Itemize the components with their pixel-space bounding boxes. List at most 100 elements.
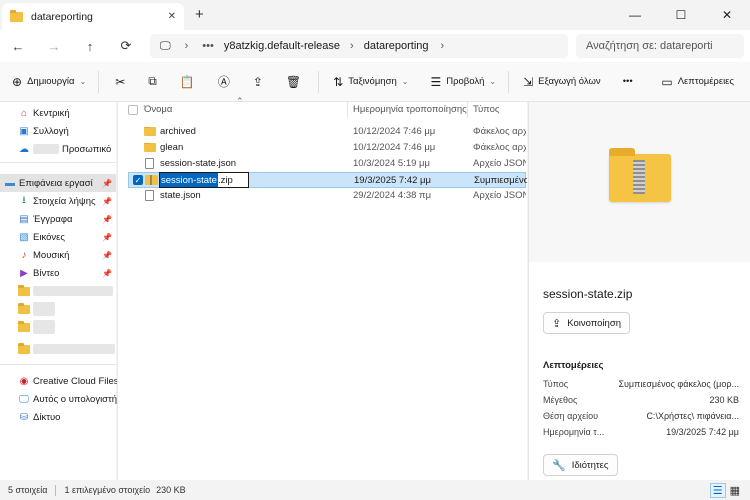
file-type: Αρχείο JSON [473, 190, 526, 201]
new-button[interactable]: ⊕ Δημιουργία ⌄ [6, 68, 92, 96]
sidebar-item-label: Μουσική [33, 249, 70, 261]
new-tab-button[interactable]: + [195, 6, 204, 23]
share-icon: ⇪ [552, 317, 562, 330]
properties-button[interactable]: 🔧 Ιδιότητες [543, 454, 618, 476]
sidebar-item-downloads[interactable]: ⭳ Στοιχεία λήψης 📌 [0, 192, 116, 210]
sidebar-item-this-pc[interactable]: 🖵 Αυτός ο υπολογιστή [0, 390, 117, 408]
breadcrumb-datareporting[interactable]: datareporting [364, 40, 429, 52]
delete-button[interactable]: 🗑 [280, 68, 312, 96]
refresh-button[interactable]: ⟳ [112, 32, 140, 60]
more-path-button[interactable]: ••• [202, 40, 214, 52]
extract-all-button[interactable]: ⇲ Εξαγωγή όλων [517, 68, 607, 96]
file-name: state.json [160, 190, 201, 201]
row-checkbox[interactable]: ✓ [133, 175, 143, 185]
sidebar-item-folder[interactable] [0, 300, 55, 318]
cut-button[interactable]: ✂ [109, 68, 136, 96]
folder-icon [144, 143, 156, 152]
sidebar-item-creative-cloud[interactable]: ◉ Creative Cloud Files F [0, 372, 127, 390]
rename-input[interactable]: session-state.zip [159, 172, 249, 188]
sidebar-item-videos[interactable]: ▶ Βίντεο 📌 [0, 264, 116, 282]
file-type: Φάκελος αρχ [473, 126, 526, 137]
chevron-down-icon: ⌄ [401, 77, 409, 86]
forward-button[interactable]: → [40, 32, 68, 60]
creative-cloud-icon: ◉ [19, 375, 29, 387]
back-button[interactable]: ← [4, 32, 32, 60]
file-date: 29/2/2024 4:38 πμ [353, 190, 432, 201]
divider [508, 70, 510, 93]
folder-icon [144, 127, 156, 136]
select-all-checkbox[interactable] [128, 105, 138, 115]
detail-size: Μέγεθος 230 KB [543, 395, 739, 405]
address-bar[interactable]: 🖵 › ••• y8atzkig.default-release › datar… [150, 34, 568, 58]
selection-size: 230 KB [156, 485, 186, 495]
extract-icon: ⇲ [523, 74, 534, 89]
file-icon [145, 190, 154, 201]
redacted-name [33, 302, 55, 316]
paste-button[interactable]: 📋 [174, 68, 206, 96]
sort-button[interactable]: ⇅ Ταξινόμηση ⌄ [327, 68, 414, 96]
sidebar-item-onedrive[interactable]: ☁ Προσωπικό [0, 140, 111, 158]
share-button[interactable]: ⇪ Κοινοποίηση [543, 312, 630, 334]
file-row-glean[interactable]: glean 10/12/2024 7:46 μμ Φάκελος αρχ [128, 140, 526, 156]
tab-datareporting[interactable]: datareporting ✕ [2, 3, 184, 30]
sidebar-item-music[interactable]: ♪ Μουσική 📌 [0, 246, 116, 264]
minimize-button[interactable]: — [612, 0, 658, 30]
pin-icon: 📌 [102, 214, 112, 224]
sidebar-item-label: Στοιχεία λήψης [33, 195, 96, 207]
sidebar-item-desktop[interactable]: ▬ Επιφάνεια εργασί 📌 [0, 174, 116, 192]
breadcrumb-profile[interactable]: y8atzkig.default-release [224, 40, 340, 52]
tiles-view-toggle[interactable]: ▦ [730, 484, 740, 497]
sidebar-item-label: Κεντρική [33, 107, 70, 119]
navigation-bar: ← → ↑ ⟳ 🖵 › ••• y8atzkig.default-release… [0, 30, 750, 62]
details-section-title: Λεπτομέρειες [543, 360, 604, 371]
sidebar-item-network[interactable]: ⛁ Δίκτυο [0, 408, 61, 426]
file-type: Αρχείο JSON [473, 158, 526, 169]
search-box[interactable]: Αναζήτηση σε: datareporti [576, 34, 744, 58]
up-button[interactable]: ↑ [76, 32, 104, 60]
detail-date-modified: Ημερομηνία τ... 19/3/2025 7:42 μμ [543, 427, 739, 437]
redacted-name [33, 144, 59, 154]
rename-button[interactable]: Ⓐ [212, 68, 241, 96]
maximize-button[interactable]: ☐ [658, 0, 704, 30]
zip-folder-icon [145, 175, 158, 185]
file-list: ⌃ Όνομα Ημερομηνία τροποποίησης Τύπος ar… [117, 96, 527, 480]
sidebar-item-documents[interactable]: ▤ Έγγραφα 📌 [0, 210, 116, 228]
sidebar-item-pictures[interactable]: ▧ Εικόνες 📌 [0, 228, 116, 246]
more-options-button[interactable]: ••• [617, 68, 639, 96]
chevron-right-icon: › [350, 40, 354, 52]
column-header-name[interactable]: Όνομα [144, 102, 172, 118]
share-button[interactable]: ⇪ [247, 68, 274, 96]
tab-title: datareporting [31, 10, 93, 23]
plus-circle-icon: ⊕ [12, 74, 23, 89]
column-header-date[interactable]: Ημερομηνία τροποποίησης [353, 102, 467, 118]
rename-icon: Ⓐ [217, 75, 230, 89]
sidebar-item-label: Αυτός ο υπολογιστή [33, 393, 118, 405]
sidebar-item-folder[interactable] [0, 318, 55, 336]
column-header-type[interactable]: Τύπος [473, 102, 499, 118]
file-row-archived[interactable]: archived 10/12/2024 7:46 μμ Φάκελος αρχ [128, 124, 526, 140]
file-type: Φάκελος αρχ [473, 142, 526, 153]
file-row-session-state-json[interactable]: session-state.json 10/3/2024 5:19 μμ Αρχ… [128, 156, 526, 172]
copy-button[interactable]: ⧉ [142, 68, 168, 96]
file-row-session-state-zip[interactable]: ✓ session-state.zip 19/3/2025 7:42 μμ Συ… [128, 172, 527, 188]
sidebar-item-folder[interactable] [0, 282, 113, 300]
folder-icon [10, 9, 23, 22]
scissors-icon: ✂ [115, 74, 126, 89]
close-tab-button[interactable]: ✕ [168, 11, 176, 22]
details-view-toggle[interactable]: ☰ [709, 482, 726, 498]
view-button[interactable]: ☰ Προβολή ⌄ [424, 68, 502, 96]
redacted-name [33, 344, 115, 354]
navigation-pane: ⌂ Κεντρική ▣ Συλλογή ☁ Προσωπικό ▬ Επιφά… [0, 102, 127, 480]
close-window-button[interactable]: ✕ [704, 0, 750, 30]
sidebar-item-folder[interactable] [0, 340, 115, 358]
file-row-state-json[interactable]: state.json 29/2/2024 4:38 πμ Αρχείο JSON [128, 188, 526, 204]
details-filename: session-state.zip [543, 287, 633, 301]
sidebar-item-label: Έγγραφα [33, 213, 73, 225]
sidebar-item-home[interactable]: ⌂ Κεντρική [0, 104, 70, 122]
trash-icon: 🗑 [285, 74, 302, 89]
sidebar-item-gallery[interactable]: ▣ Συλλογή [0, 122, 68, 140]
command-bar: ⊕ Δημιουργία ⌄ ✂ ⧉ 📋 Ⓐ ⇪ 🗑 ⇅ Ταξινόμηση … [0, 62, 750, 102]
network-icon: ⛁ [19, 411, 29, 423]
file-type: Συμπιεσμένο [474, 175, 527, 186]
details-pane-button[interactable]: ▭ Λεπτομέρειες [655, 68, 740, 96]
